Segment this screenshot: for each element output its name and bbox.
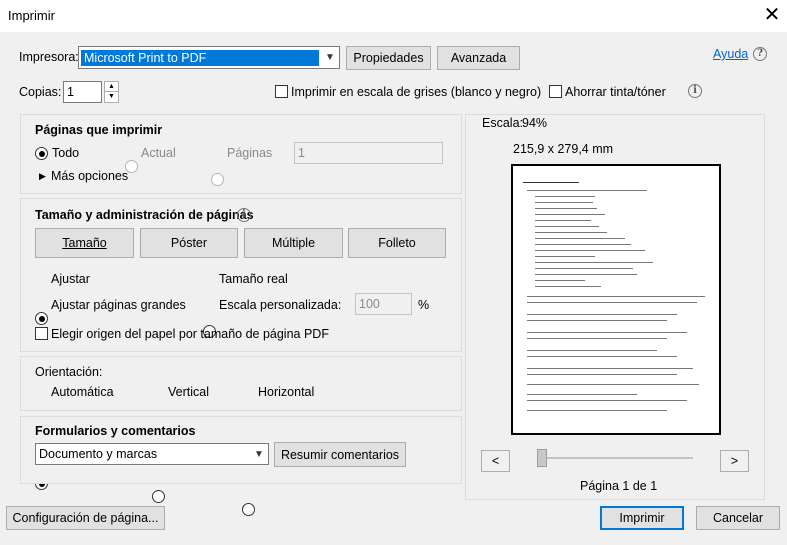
preview-page-thumbnail	[511, 164, 721, 435]
forms-selected-value: Documento y marcas	[39, 447, 158, 461]
chevron-down-icon: ▼	[254, 448, 264, 460]
next-page-button[interactable]: >	[720, 450, 749, 472]
close-icon[interactable]: ✕	[760, 4, 784, 28]
grayscale-label: Imprimir en escala de grises (blanco y n…	[291, 85, 542, 99]
page-slider-track[interactable]	[537, 457, 693, 459]
tab-size[interactable]: Tamaño	[35, 228, 134, 258]
pages-all-label: Todo	[52, 146, 80, 160]
save-ink-checkbox[interactable]	[549, 85, 562, 98]
advanced-button[interactable]: Avanzada	[437, 46, 520, 70]
copies-input[interactable]: 1	[63, 81, 102, 103]
tab-multiple[interactable]: Múltiple	[244, 228, 343, 258]
choose-source-label: Elegir origen del papel por tamaño de pá…	[51, 327, 329, 341]
custom-scale-input[interactable]: 100	[355, 293, 412, 315]
pages-title: Páginas que imprimir	[35, 123, 163, 137]
printer-label: Impresora:	[19, 50, 79, 64]
prev-page-button[interactable]: <	[481, 450, 510, 472]
choose-source-checkbox[interactable]	[35, 327, 48, 340]
orientation-landscape-radio[interactable]	[242, 503, 255, 516]
page-slider-thumb[interactable]	[537, 449, 547, 467]
page-setup-button[interactable]: Configuración de página...	[6, 506, 165, 530]
sizing-info-icon[interactable]: i	[237, 208, 251, 222]
title-bar	[0, 0, 787, 32]
printer-selected-value: Microsoft Print to PDF	[81, 49, 319, 66]
copies-label: Copias:	[19, 85, 62, 99]
pages-range-label: Páginas	[227, 146, 273, 160]
custom-scale-label: Escala personalizada:	[219, 298, 342, 312]
orientation-landscape-label: Horizontal	[258, 385, 315, 399]
preview-scale-label: Escala:	[482, 116, 523, 130]
help-link[interactable]: Ayuda	[713, 47, 748, 61]
printer-select[interactable]: Microsoft Print to PDF ▼	[78, 46, 340, 69]
page-indicator: Página 1 de 1	[580, 479, 658, 493]
summarize-comments-button[interactable]: Resumir comentarios	[274, 442, 406, 467]
pages-range-radio[interactable]	[211, 173, 224, 186]
pages-current-label: Actual	[141, 146, 176, 160]
stepper-down-icon[interactable]: ▼	[105, 92, 118, 102]
more-options-toggle[interactable]: Más opciones	[51, 169, 128, 183]
pages-range-input[interactable]: 1	[294, 142, 443, 164]
cancel-button[interactable]: Cancelar	[696, 506, 780, 530]
copies-stepper[interactable]: ▲ ▼	[104, 81, 119, 103]
preview-dimensions: 215,9 x 279,4 mm	[513, 142, 614, 156]
percent-label: %	[418, 298, 430, 312]
fit-radio[interactable]	[35, 312, 48, 325]
help-icon[interactable]: ?	[753, 47, 767, 61]
shrink-label: Ajustar páginas grandes	[51, 298, 186, 312]
save-ink-label: Ahorrar tinta/tóner	[565, 85, 666, 99]
window-title: Imprimir	[8, 8, 55, 23]
sizing-title: Tamaño y administración de páginas	[35, 208, 254, 222]
forms-title: Formularios y comentarios	[35, 424, 196, 438]
fit-label: Ajustar	[51, 272, 90, 286]
chevron-down-icon: ▼	[325, 52, 335, 63]
forms-select[interactable]: Documento y marcas ▼	[35, 443, 269, 465]
expand-triangle-icon[interactable]: ▶	[39, 171, 46, 182]
orientation-portrait-radio[interactable]	[152, 490, 165, 503]
pages-all-radio[interactable]	[35, 147, 48, 160]
grayscale-checkbox[interactable]	[275, 85, 288, 98]
orientation-portrait-label: Vertical	[168, 385, 209, 399]
actual-size-label: Tamaño real	[219, 272, 288, 286]
tab-booklet[interactable]: Folleto	[348, 228, 446, 258]
stepper-up-icon[interactable]: ▲	[105, 82, 118, 92]
orientation-auto-label: Automática	[51, 385, 114, 399]
preview-scale-value: 94%	[522, 116, 548, 130]
orientation-title: Orientación:	[35, 365, 103, 379]
print-button[interactable]: Imprimir	[600, 506, 684, 530]
tab-poster[interactable]: Póster	[140, 228, 238, 258]
info-icon[interactable]: i	[688, 84, 702, 98]
properties-button[interactable]: Propiedades	[346, 46, 431, 70]
